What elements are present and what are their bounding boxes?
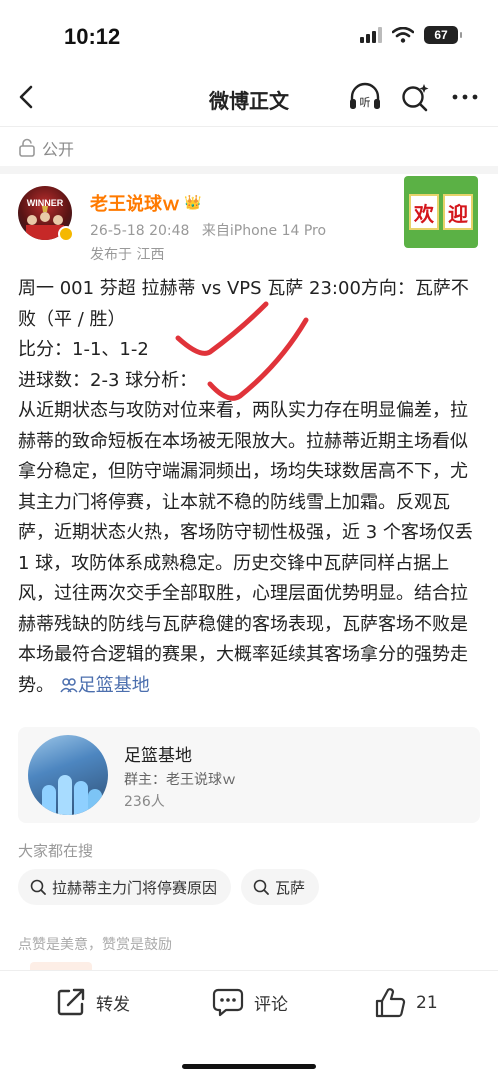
search-heading: 大家都在搜: [18, 842, 94, 860]
chevron-left-icon: [19, 85, 33, 109]
action-bar: 转发 评论 21: [0, 970, 498, 1036]
welcome-sticker: 欢 迎: [404, 176, 478, 248]
group-icon: [60, 677, 78, 693]
status-indicators: 67: [360, 26, 462, 44]
crown-icon: 👑: [184, 195, 202, 211]
search-chip-label: 瓦萨: [275, 878, 306, 897]
search-chip-label: 拉赫蒂主力门将停赛原因: [52, 878, 218, 897]
post-body: 周一 001 芬超 拉赫蒂 vs VPS 瓦萨 23:00方向：瓦萨不败（平 /…: [18, 274, 480, 701]
group-member-count: 236人: [124, 794, 165, 810]
search-icon: [253, 879, 269, 895]
like-hint: 点赞是美意，赞赏是鼓励: [18, 937, 172, 953]
section-divider: [0, 166, 498, 174]
home-indicator: [182, 1064, 316, 1069]
author-name-text: 老王说球ｗ: [90, 194, 180, 215]
lock-icon: [19, 138, 35, 157]
group-name: 足篮基地: [124, 746, 192, 766]
more-button[interactable]: [448, 82, 482, 112]
like-count: 21: [416, 993, 438, 1013]
author-header: WINNER 老王说球ｗ 👑 26-5-18 20:48 来自iPhone 14…: [18, 176, 480, 263]
verified-badge-icon: [58, 226, 74, 242]
nav-bar: 微博正文 听: [0, 72, 498, 124]
post-source: 来自iPhone 14 Pro: [201, 223, 327, 239]
back-button[interactable]: [12, 82, 42, 112]
post-line: 进球数：2-3 球分析：: [18, 369, 198, 391]
sparkle-search-icon: [402, 84, 429, 112]
sticker-char: 迎: [443, 194, 473, 230]
comment-label: 评论: [254, 994, 288, 1015]
repost-label: 转发: [96, 994, 130, 1015]
repost-icon: [57, 988, 85, 1016]
post-paragraph: 从近期状态与攻防对位来看，两队实力存在明显偏差，拉赫蒂的致命短板在本场被无限放大…: [18, 396, 480, 701]
comment-button[interactable]: 评论: [212, 987, 288, 1017]
more-dots-icon: [452, 94, 478, 100]
listen-label: 听: [360, 96, 371, 109]
divider: [0, 126, 498, 127]
author-name[interactable]: 老王说球ｗ 👑: [90, 190, 201, 216]
post-location: 发布于 江西: [90, 247, 165, 263]
repost-button[interactable]: 转发: [56, 987, 130, 1017]
wifi-icon: [392, 27, 414, 43]
sticker-char: 欢: [409, 194, 439, 230]
cellular-signal-icon: [360, 27, 382, 43]
battery-icon: 67: [424, 26, 462, 44]
headphones-icon: 听: [350, 82, 380, 109]
like-button[interactable]: 21: [374, 987, 438, 1019]
post-analysis: 从近期状态与攻防对位来看，两队实力存在明显偏差，拉赫蒂的致命短板在本场被无限放大…: [18, 400, 473, 696]
search-chip[interactable]: 瓦萨: [241, 869, 320, 905]
thumbs-up-icon: [375, 988, 406, 1018]
status-time: 10:12: [64, 24, 121, 49]
search-button[interactable]: [398, 82, 432, 112]
group-avatar: [28, 735, 108, 815]
search-icon: [30, 879, 46, 895]
status-bar: 10:12 67: [0, 0, 498, 72]
search-chip[interactable]: 拉赫蒂主力门将停赛原因: [18, 869, 232, 905]
post-time: 26-5-18 20:48: [90, 223, 190, 239]
topic-link-label: 足篮基地: [77, 674, 150, 696]
group-owner: 群主：老王说球ｗ: [124, 772, 236, 788]
group-card[interactable]: 足篮基地 群主：老王说球ｗ 236人: [18, 727, 480, 823]
listen-button[interactable]: 听: [348, 82, 382, 112]
post-meta: 26-5-18 20:48 来自iPhone 14 Pro: [90, 220, 326, 240]
post-line: 比分：1-1、1-2: [18, 339, 149, 360]
reward-tab: [30, 962, 92, 970]
post-line: 周一 001 芬超 拉赫蒂 vs VPS 瓦萨 23:00方向：瓦萨不败（平 /…: [18, 278, 469, 330]
visibility-row: 公开: [18, 136, 74, 160]
visibility-label: 公开: [42, 140, 75, 159]
comment-icon: [212, 988, 244, 1017]
topic-link[interactable]: 足篮基地: [60, 675, 150, 696]
search-chips: 拉赫蒂主力门将停赛原因 瓦萨: [18, 869, 320, 905]
